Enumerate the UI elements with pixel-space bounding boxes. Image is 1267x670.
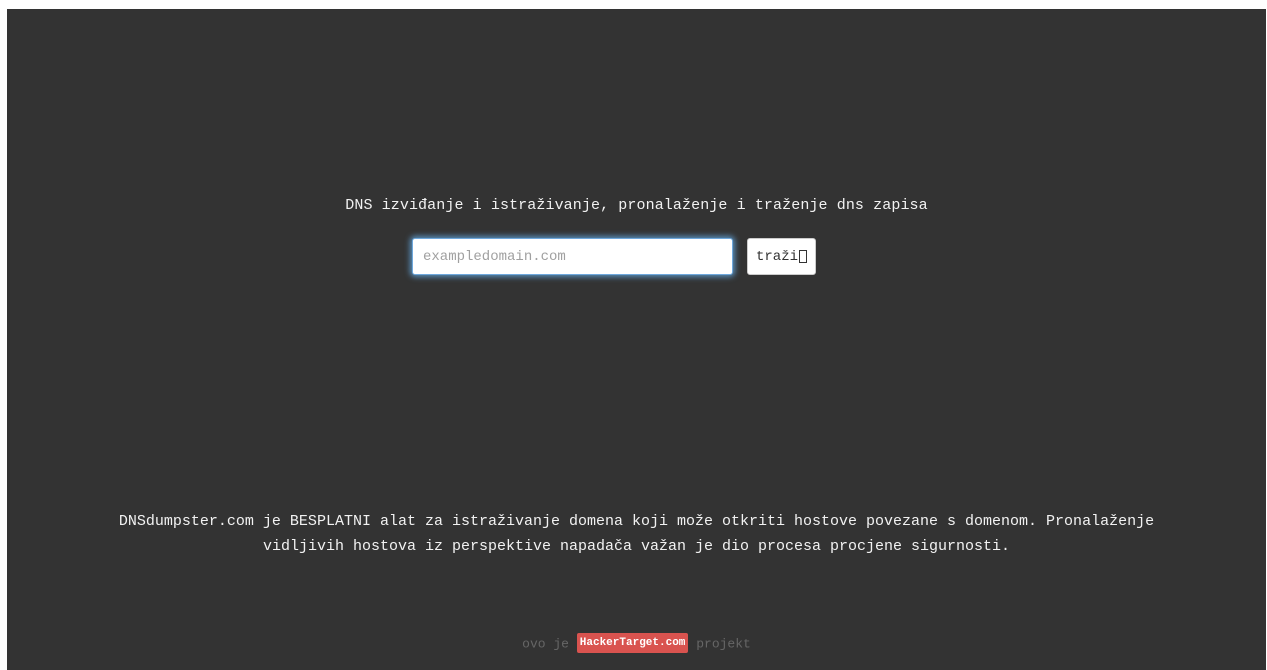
hackertarget-link[interactable]: HackerTarget.com bbox=[576, 633, 689, 653]
site-description: DNSdumpster.com je BESPLATNI alat za ist… bbox=[7, 509, 1266, 559]
missing-glyph-box-icon bbox=[799, 250, 808, 263]
search-button-label: traži bbox=[756, 248, 799, 265]
search-form: traži bbox=[412, 238, 817, 275]
description-line-1: DNSdumpster.com je BESPLATNI alat za ist… bbox=[118, 513, 1155, 530]
page-tagline: DNS izviđanje i istraživanje, pronalažen… bbox=[345, 197, 928, 214]
domain-search-input[interactable] bbox=[412, 238, 733, 275]
description-line-2: vidljivih hostova iz perspektive napadač… bbox=[262, 538, 1011, 555]
footer-prefix: ovo je bbox=[522, 636, 569, 652]
footer: ovo je HackerTarget.com projekt bbox=[7, 633, 1266, 654]
search-button[interactable]: traži bbox=[747, 238, 817, 275]
footer-suffix: projekt bbox=[696, 636, 751, 652]
page-container: DNS izviđanje i istraživanje, pronalažen… bbox=[7, 9, 1266, 670]
